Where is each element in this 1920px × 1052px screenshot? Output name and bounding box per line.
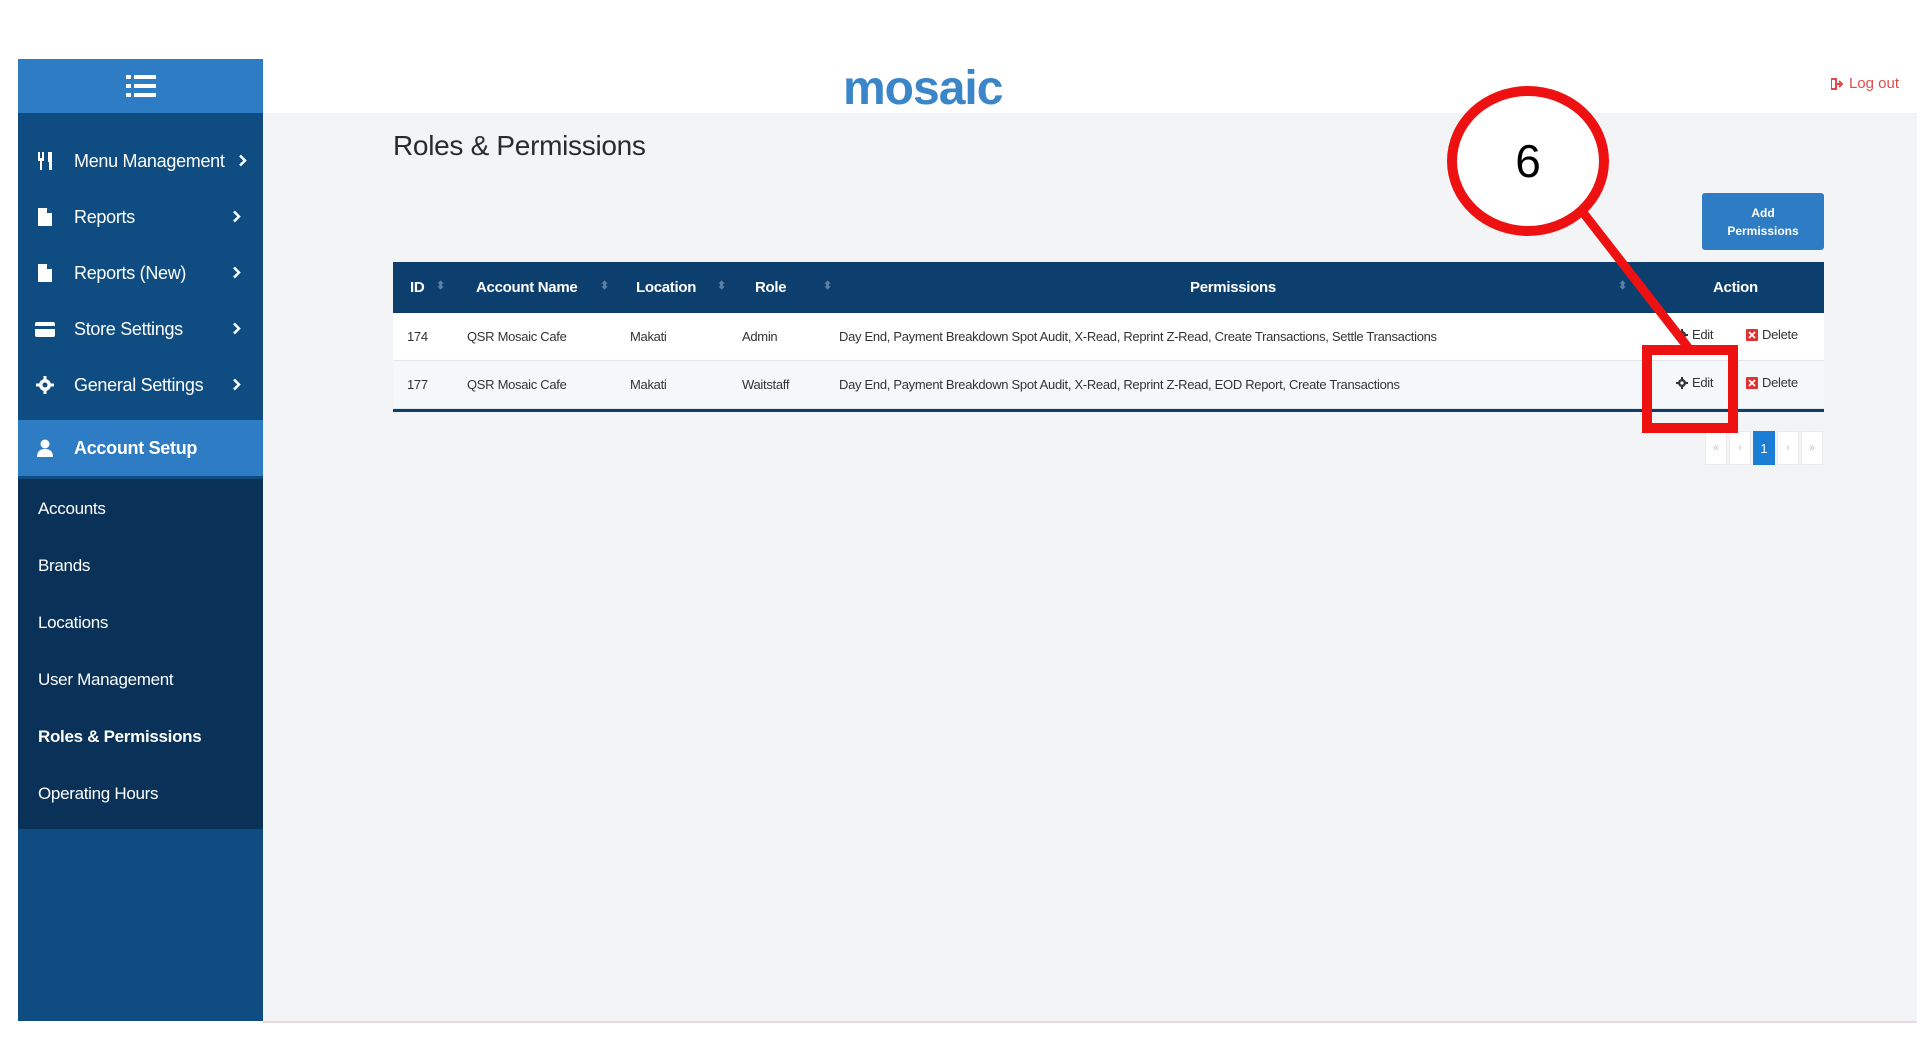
logout-link[interactable]: Log out [1830, 75, 1899, 92]
sidebar-item-reports-new[interactable]: Reports (New) [18, 245, 263, 301]
sidebar-item-label: Store Settings [74, 318, 183, 339]
sort-icon[interactable]: ⬍ [1618, 279, 1627, 292]
pagination-next[interactable]: › [1777, 431, 1799, 465]
chevron-right-icon [239, 154, 247, 167]
sort-icon[interactable]: ⬍ [823, 279, 832, 292]
sidebar-item-store-settings[interactable]: Store Settings [18, 301, 263, 357]
cell-role: Waitstaff [742, 377, 790, 392]
file-icon [38, 264, 52, 282]
submenu-item-user-management[interactable]: User Management [38, 670, 174, 690]
file-icon [38, 208, 52, 226]
sidebar-item-label: Account Setup [74, 437, 198, 458]
account-setup-submenu: Accounts Brands Locations User Managemen… [18, 479, 263, 829]
page-title: Roles & Permissions [393, 130, 646, 161]
pagination: « ‹ 1 › » [1705, 431, 1823, 465]
sidebar-item-label: General Settings [74, 374, 204, 395]
card-icon [35, 321, 55, 337]
top-header: mosaic Log out [263, 59, 1917, 115]
gear-icon [1676, 328, 1688, 341]
sidebar-item-reports[interactable]: Reports [18, 189, 263, 245]
annotation-step-number: 6 [1515, 135, 1541, 187]
list-menu-icon [125, 75, 156, 97]
chevron-right-icon [233, 322, 241, 335]
divider [263, 1021, 1917, 1023]
roles-permissions-table: ID ⬍ Account Name ⬍ Location ⬍ Role ⬍ Pe… [393, 262, 1824, 412]
sidebar-item-account-setup[interactable]: Account Setup [18, 420, 263, 476]
sidebar: Menu Management Reports Reports (New) St… [18, 59, 263, 1021]
cell-location: Makati [630, 329, 667, 344]
add-permissions-label: Add Permissions [1727, 205, 1799, 238]
mosaic-logo: mosaic [843, 62, 1003, 115]
annotation-step-circle: 6 [1447, 86, 1609, 236]
pagination-last[interactable]: » [1801, 431, 1823, 465]
delete-label: Delete [1762, 327, 1798, 342]
delete-button[interactable]: Delete [1746, 327, 1798, 342]
cell-id: 177 [407, 377, 428, 392]
table-body: 174 QSR Mosaic Cafe Makati Admin Day End… [393, 313, 1824, 409]
sidebar-item-label: Reports (New) [74, 262, 187, 283]
submenu-item-brands[interactable]: Brands [38, 556, 90, 576]
column-header-account-name[interactable]: Account Name [476, 279, 578, 296]
column-header-permissions[interactable]: Permissions [1190, 279, 1276, 296]
sidebar-toggle[interactable] [18, 59, 263, 113]
cell-account-name: QSR Mosaic Cafe [467, 329, 567, 344]
edit-label: Edit [1692, 327, 1714, 342]
app-frame: Menu Management Reports Reports (New) St… [18, 59, 1917, 1021]
column-header-action: Action [1713, 279, 1758, 296]
sidebar-item-label: Menu Management [74, 150, 225, 171]
sidebar-item-menu-management[interactable]: Menu Management [18, 133, 263, 189]
user-icon [37, 439, 53, 457]
column-header-id[interactable]: ID [410, 279, 425, 296]
chevron-right-icon [233, 378, 241, 391]
pagination-page[interactable]: 1 [1753, 431, 1775, 465]
utensils-icon [38, 152, 52, 170]
sort-icon[interactable]: ⬍ [600, 279, 609, 292]
delete-label: Delete [1762, 375, 1798, 390]
cell-location: Makati [630, 377, 667, 392]
sort-icon[interactable]: ⬍ [717, 279, 726, 292]
gear-icon [36, 376, 54, 394]
add-permissions-button[interactable]: Add Permissions [1702, 193, 1824, 250]
sidebar-item-general-settings[interactable]: General Settings [18, 357, 263, 413]
table-header: ID ⬍ Account Name ⬍ Location ⬍ Role ⬍ Pe… [393, 262, 1824, 313]
delete-icon [1746, 328, 1758, 341]
table-row: 177 QSR Mosaic Cafe Makati Waitstaff Day… [393, 361, 1824, 409]
cell-account-name: QSR Mosaic Cafe [467, 377, 567, 392]
edit-button[interactable]: Edit [1676, 327, 1714, 342]
cell-permissions: Day End, Payment Breakdown Spot Audit, X… [839, 329, 1437, 344]
logout-label: Log out [1848, 75, 1899, 92]
submenu-item-accounts[interactable]: Accounts [38, 499, 106, 519]
column-header-location[interactable]: Location [636, 279, 696, 296]
chevron-right-icon [233, 266, 241, 279]
cell-role: Admin [742, 329, 778, 344]
delete-icon [1746, 376, 1758, 389]
sidebar-item-label: Reports [74, 206, 135, 227]
submenu-item-operating-hours[interactable]: Operating Hours [38, 784, 159, 804]
table-row: 174 QSR Mosaic Cafe Makati Admin Day End… [393, 313, 1824, 361]
pagination-first[interactable]: « [1705, 431, 1727, 465]
delete-button[interactable]: Delete [1746, 375, 1798, 390]
cell-permissions: Day End, Payment Breakdown Spot Audit, X… [839, 377, 1400, 392]
sort-icon[interactable]: ⬍ [436, 279, 445, 292]
sign-out-icon [1830, 77, 1844, 90]
submenu-item-roles-permissions[interactable]: Roles & Permissions [38, 727, 202, 747]
pagination-prev[interactable]: ‹ [1729, 431, 1751, 465]
table-bottom-border [393, 409, 1824, 412]
chevron-right-icon [233, 210, 241, 223]
column-header-role[interactable]: Role [755, 279, 787, 296]
cell-id: 174 [407, 329, 428, 344]
annotation-highlight-box [1642, 345, 1738, 433]
submenu-item-locations[interactable]: Locations [38, 613, 108, 633]
